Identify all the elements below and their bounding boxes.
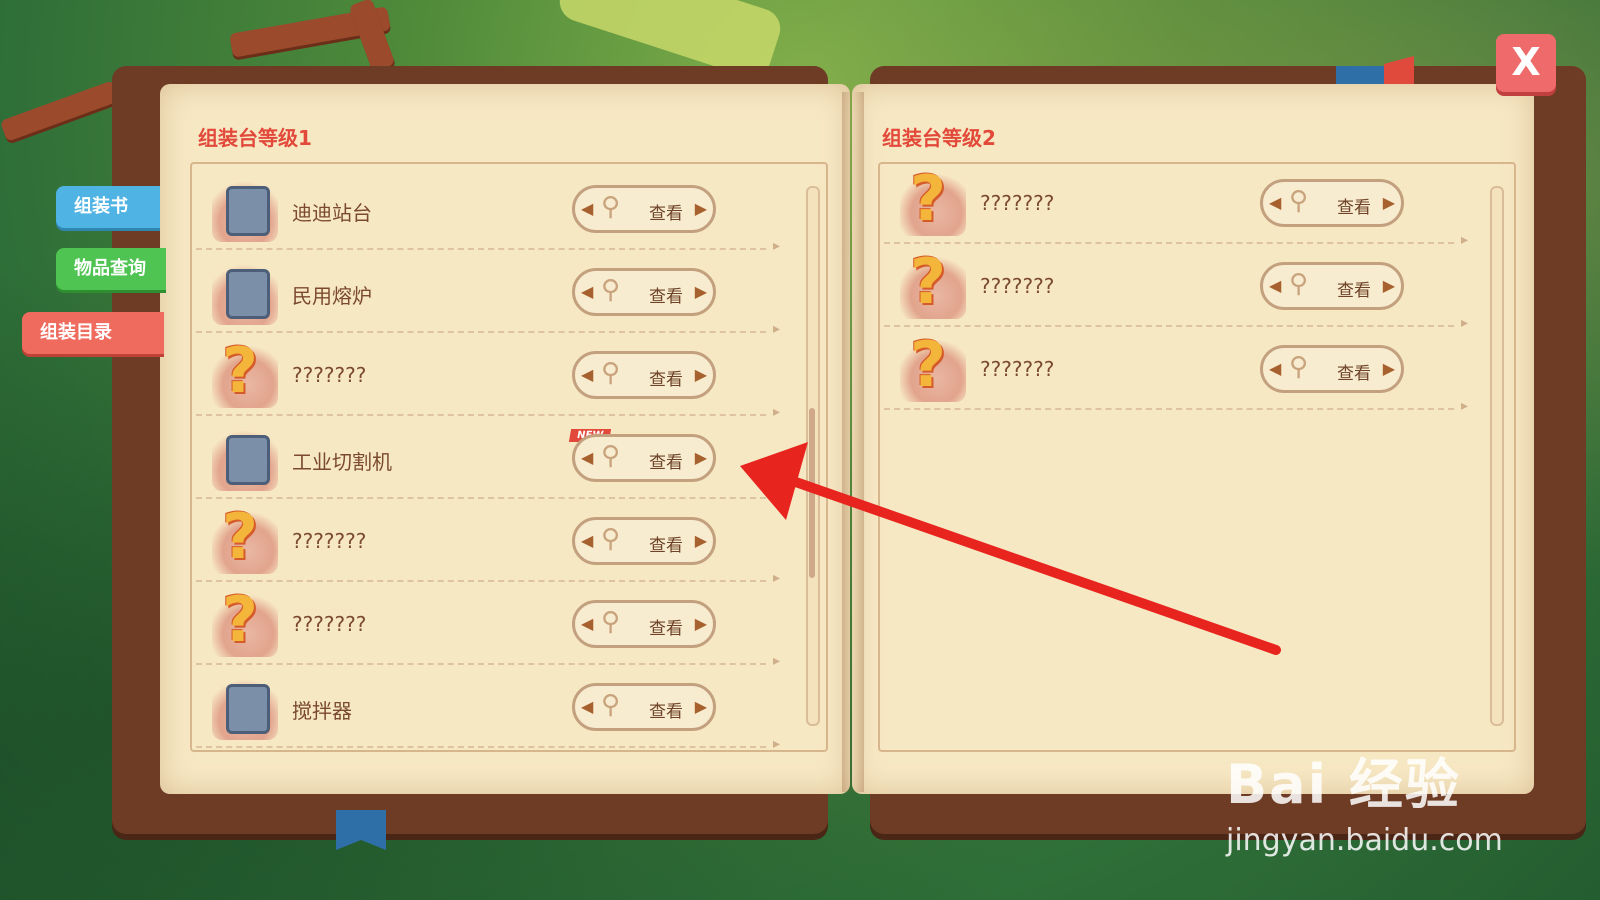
watermark: Bai 经验 jingyan.baidu.com bbox=[1226, 740, 1503, 858]
watermark-url: jingyan.baidu.com bbox=[1226, 823, 1503, 858]
watermark-brand: Bai 经验 bbox=[1226, 753, 1461, 816]
